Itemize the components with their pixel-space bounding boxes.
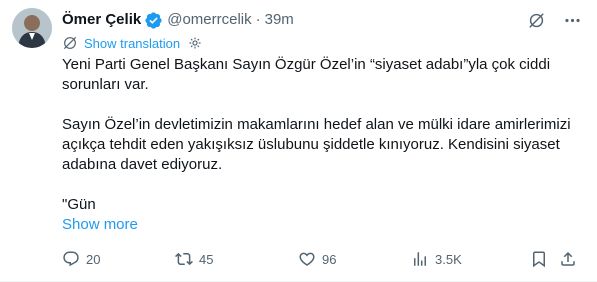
author-name[interactable]: Ömer Çelik: [62, 10, 141, 30]
timestamp[interactable]: 39m: [265, 10, 294, 30]
translate-icon: [62, 35, 78, 51]
tweet-paragraph: Sayın Özel’in devletimizin makamlarını h…: [62, 116, 571, 173]
tweet-card[interactable]: Ömer Çelik @omerrcelik · 39m Show transl…: [0, 0, 597, 282]
retweet-count: 45: [199, 251, 214, 267]
bookmark-button[interactable]: [530, 250, 548, 268]
tweet-paragraph: "Gün: [62, 196, 96, 213]
tweet-header: Ömer Çelik @omerrcelik · 39m: [62, 9, 585, 31]
views-count: 3.5K: [435, 251, 462, 267]
retweet-icon: [175, 252, 193, 266]
more-icon[interactable]: [559, 9, 585, 31]
tweet-actions: 20 45 96 3.5K: [62, 248, 582, 270]
header-actions: [523, 9, 585, 31]
views-icon: [414, 252, 426, 266]
gear-icon[interactable]: [188, 36, 202, 50]
bookmark-icon: [533, 251, 545, 268]
heart-icon: [299, 252, 315, 266]
reply-count: 20: [86, 251, 101, 267]
grok-icon[interactable]: [523, 9, 549, 31]
verified-badge-icon[interactable]: [144, 11, 163, 30]
show-translation-label[interactable]: Show translation: [84, 36, 180, 51]
views-button[interactable]: 3.5K: [411, 250, 462, 268]
tweet-paragraph: Yeni Parti Genel Başkanı Sayın Özgür Öze…: [62, 56, 551, 93]
avatar-image: [12, 8, 52, 48]
retweet-button[interactable]: 45: [175, 250, 213, 268]
author-handle[interactable]: @omerrcelik: [167, 10, 251, 30]
reply-icon: [63, 251, 79, 267]
avatar[interactable]: [12, 8, 52, 48]
share-icon: [561, 251, 575, 266]
show-translation-link[interactable]: Show translation: [62, 33, 202, 53]
reply-button[interactable]: 20: [62, 250, 100, 268]
share-button[interactable]: [559, 250, 577, 268]
separator-dot: ·: [255, 11, 261, 28]
show-more-link[interactable]: Show more: [62, 216, 138, 233]
like-count: 96: [322, 251, 337, 267]
like-button[interactable]: 96: [298, 250, 336, 268]
